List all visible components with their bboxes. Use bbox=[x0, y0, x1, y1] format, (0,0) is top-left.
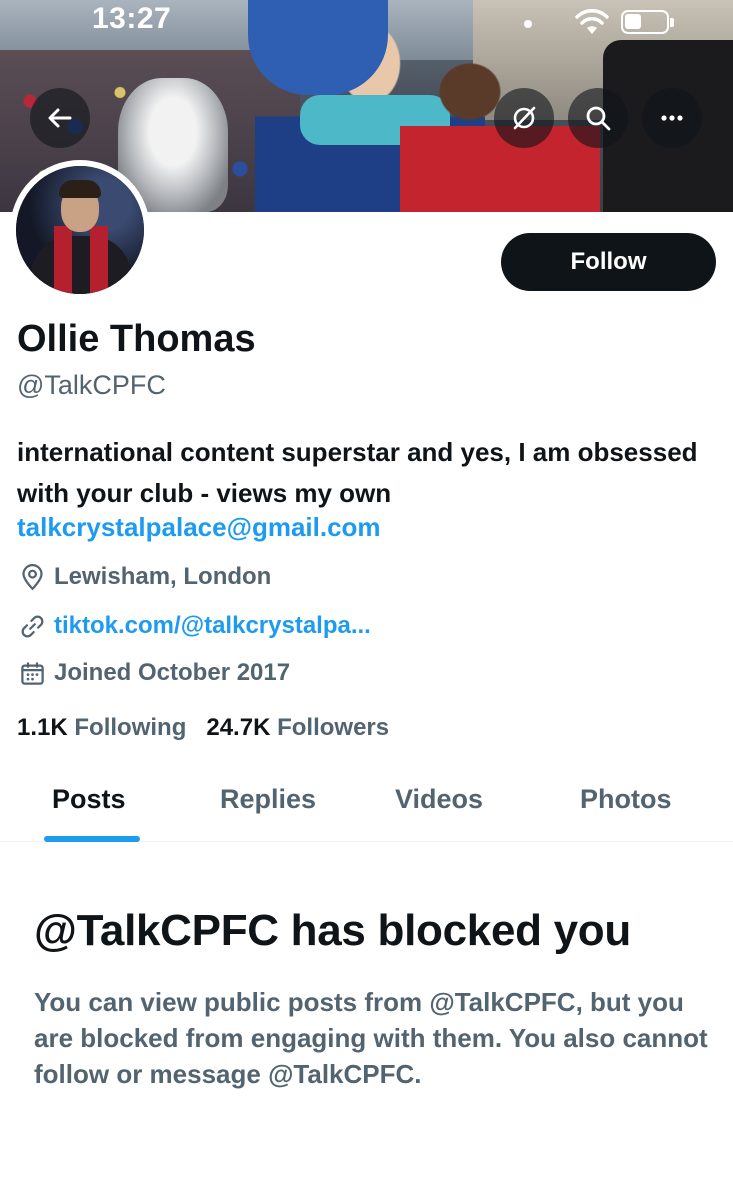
search-icon bbox=[586, 106, 611, 131]
follow-button[interactable]: Follow bbox=[501, 233, 716, 291]
website-row[interactable]: tiktok.com/@talkcrystalpa... bbox=[19, 612, 371, 640]
user-handle: @TalkCPFC bbox=[17, 370, 166, 400]
battery-icon bbox=[621, 10, 674, 34]
calendar-icon bbox=[21, 661, 44, 685]
more-icon bbox=[661, 115, 683, 121]
followers-count: 24.7K bbox=[206, 714, 271, 741]
profile-tabs: Posts Replies Videos Photos bbox=[0, 762, 733, 842]
followers-label: Followers bbox=[277, 714, 390, 741]
search-button[interactable] bbox=[568, 88, 628, 148]
profile-bio: international content superstar and yes,… bbox=[17, 437, 698, 508]
grok-button[interactable] bbox=[494, 88, 554, 148]
status-time: 13:27 bbox=[92, 2, 172, 35]
website-link[interactable]: tiktok.com/@talkcrystalpa... bbox=[54, 612, 371, 640]
followers-stat[interactable]: 24.7K Followers bbox=[206, 714, 389, 742]
location-text: Lewisham, London bbox=[54, 563, 272, 590]
tab-replies[interactable]: Replies bbox=[220, 784, 316, 815]
tab-posts[interactable]: Posts bbox=[52, 784, 126, 815]
active-tab-indicator bbox=[44, 836, 140, 842]
joined-row: Joined October 2017 bbox=[19, 659, 290, 687]
tab-photos[interactable]: Photos bbox=[580, 784, 672, 815]
grok-icon bbox=[513, 106, 536, 130]
blocked-title: @TalkCPFC has blocked you bbox=[34, 906, 631, 955]
tab-videos[interactable]: Videos bbox=[395, 784, 483, 815]
link-icon bbox=[21, 615, 44, 637]
status-dot-icon bbox=[524, 20, 532, 28]
wifi-icon bbox=[575, 9, 609, 34]
avatar[interactable] bbox=[10, 160, 150, 300]
back-arrow-icon bbox=[48, 108, 72, 128]
following-stat[interactable]: 1.1K Following bbox=[17, 714, 186, 742]
location-pin-icon bbox=[22, 563, 43, 590]
back-button[interactable] bbox=[30, 88, 90, 148]
following-count: 1.1K bbox=[17, 714, 68, 741]
bio-email-link[interactable]: talkcrystalpalace@gmail.com bbox=[17, 512, 381, 543]
joined-text: Joined October 2017 bbox=[54, 659, 291, 686]
profile-stats: 1.1K Following 24.7K Followers bbox=[17, 714, 389, 742]
display-name: Ollie Thomas bbox=[17, 318, 256, 360]
following-label: Following bbox=[74, 714, 187, 741]
location-row: Lewisham, London bbox=[19, 563, 271, 591]
more-button[interactable] bbox=[642, 88, 702, 148]
blocked-message: You can view public posts from @TalkCPFC… bbox=[34, 987, 708, 1089]
